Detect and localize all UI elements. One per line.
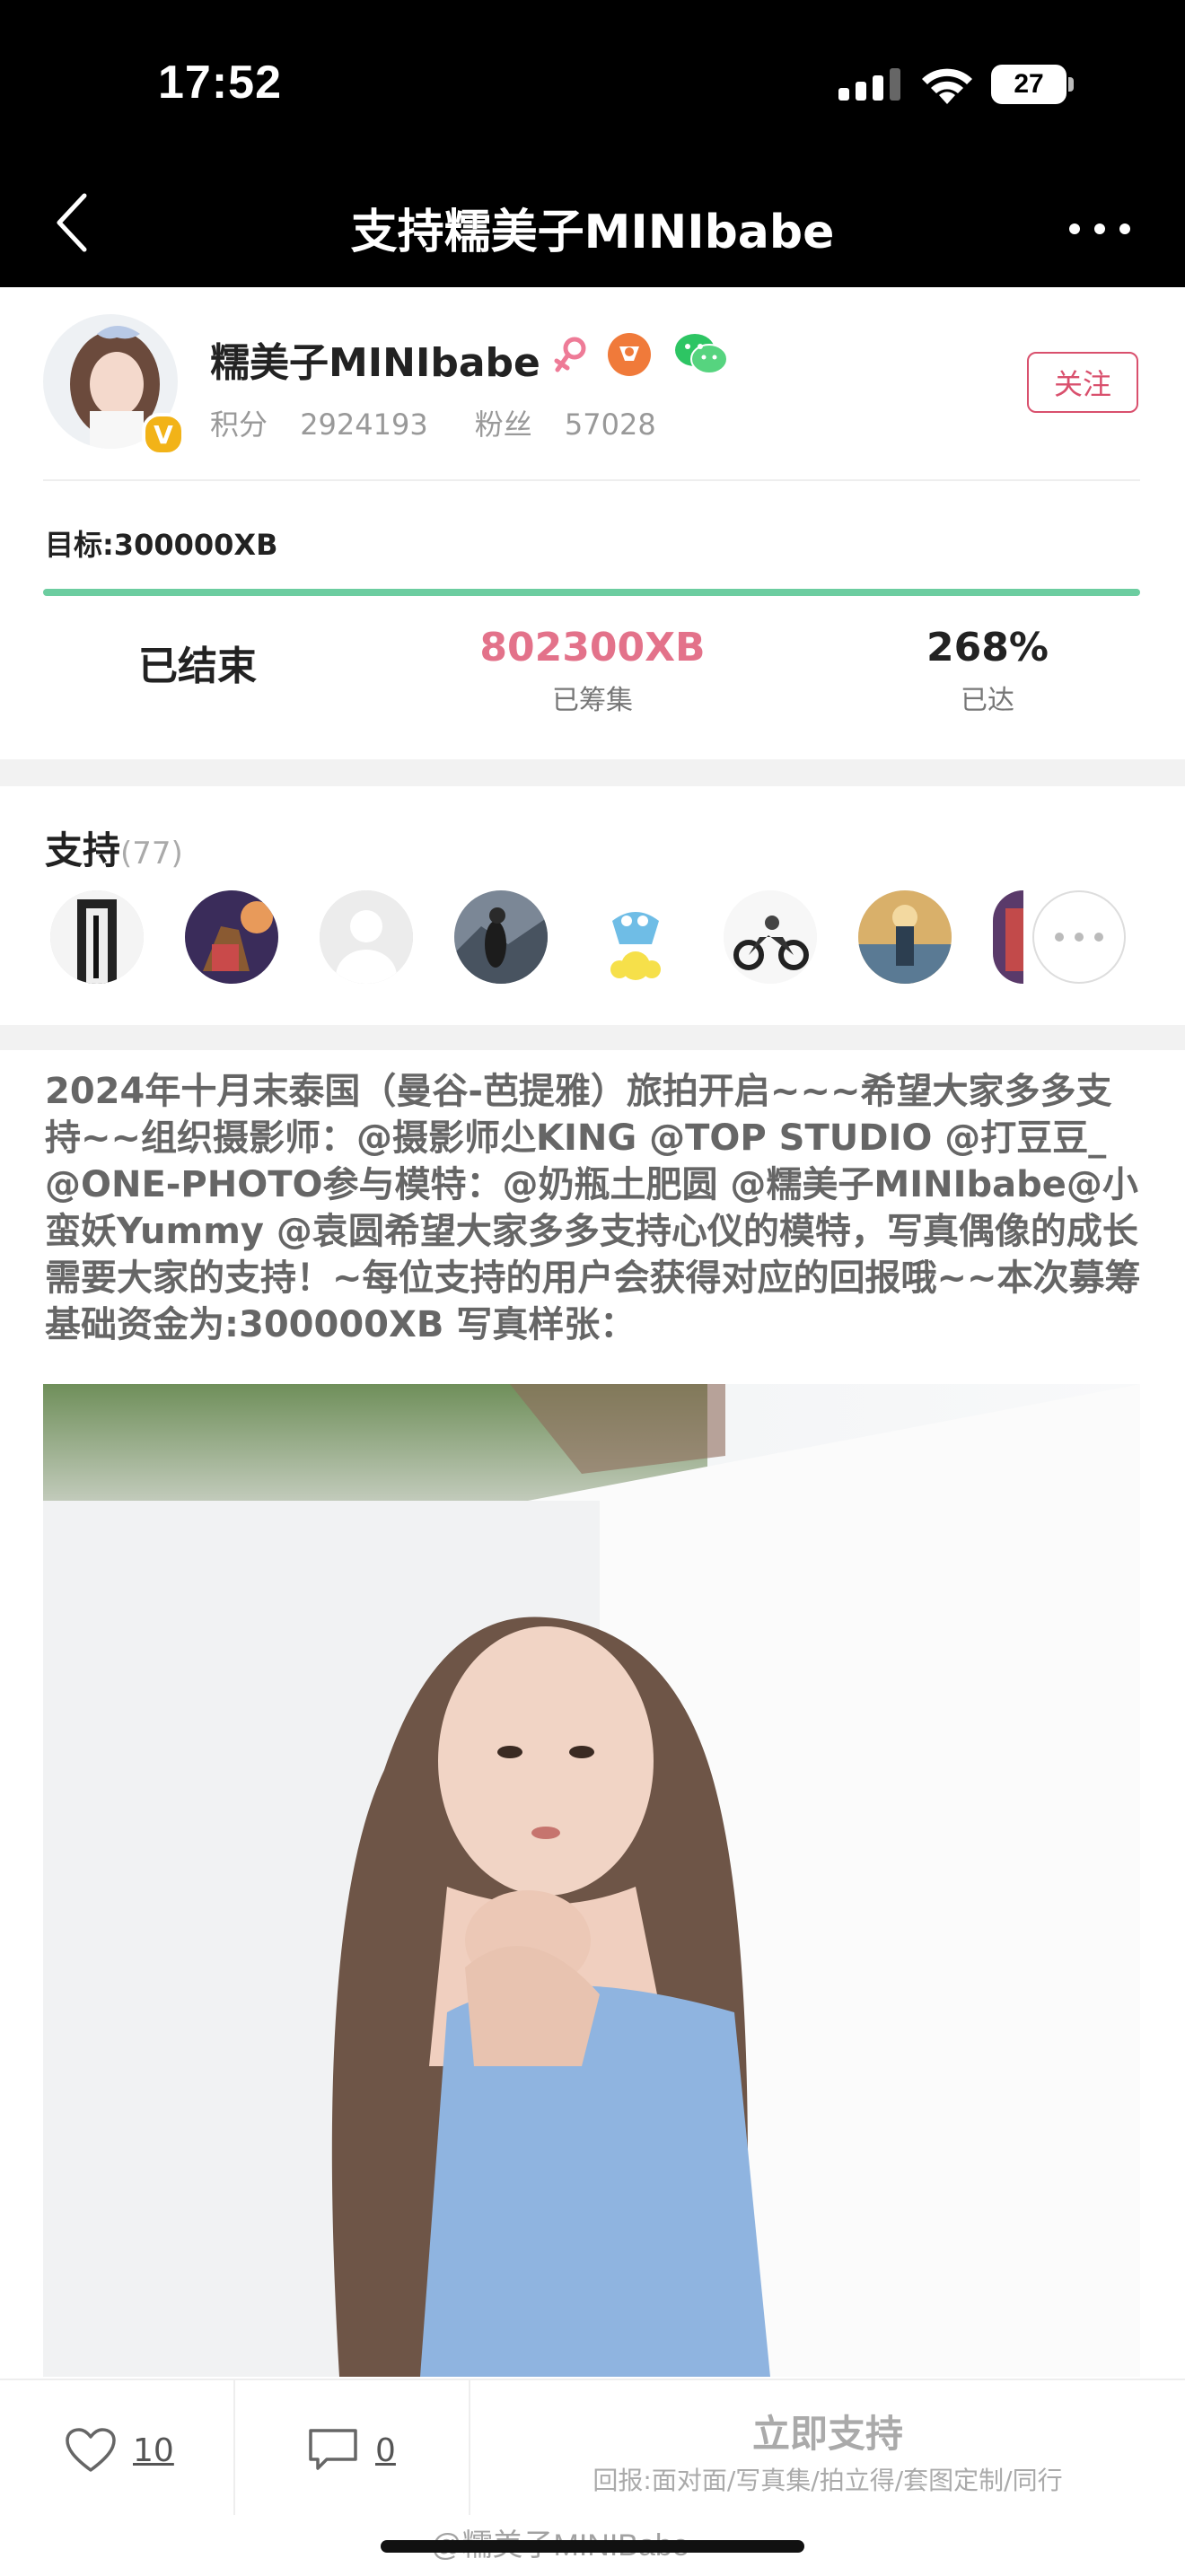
campaign-content: 2024年十月末泰国（曼谷-芭提雅）旅拍开启~~~希望大家多多支持~~组织摄影师… [0, 1050, 1185, 2379]
status-bar: 17:52 27 [0, 0, 1185, 135]
medal-icon [608, 333, 651, 376]
supporter-avatar[interactable] [724, 890, 817, 984]
wechat-icon[interactable] [673, 330, 729, 377]
female-gender-icon [554, 337, 586, 372]
like-button[interactable]: 10 [65, 2423, 174, 2477]
supporter-avatar[interactable] [320, 890, 413, 984]
fans-stat: 粉丝 57028 [474, 407, 656, 442]
battery-icon: 27 [991, 65, 1074, 104]
campaign-status: 已结束 [138, 644, 257, 689]
percent-reached: 268% 已达 [926, 625, 1049, 716]
verified-badge: V [142, 413, 185, 456]
reward-text: 回报:面对面/写真集/拍立得/套图定制/同行 [592, 2466, 1063, 2495]
comment-count[interactable]: 0 [375, 2432, 396, 2469]
status-time: 17:52 [158, 57, 282, 109]
supporter-avatar[interactable] [454, 890, 548, 984]
user-name[interactable]: 糯美子MINIbabe [210, 330, 540, 388]
heart-icon [66, 2428, 116, 2472]
progress-bar [43, 589, 1140, 596]
user-stats: 积分 2924193 粉丝 57028 [210, 402, 703, 443]
raised-amount: 802300XB 已筹集 [479, 625, 706, 716]
wifi-icon [922, 68, 972, 104]
comment-icon [309, 2429, 357, 2470]
divider [43, 479, 1140, 481]
supporters-count: (77) [120, 836, 183, 872]
supporter-avatar[interactable] [993, 890, 1023, 984]
campaign-card: V 糯美子MINIbabe 积分 2924193 粉丝 57028 关注 目标:3… [0, 287, 1185, 759]
comment-button[interactable]: 0 [307, 2423, 396, 2477]
supporter-avatar[interactable] [858, 890, 952, 984]
nav-bar: 支持糯美子MINIbabe [0, 135, 1185, 287]
follow-button[interactable]: 关注 [1027, 352, 1138, 413]
campaign-goal: 目标:300000XB [45, 528, 278, 562]
bottom-action-bar: 10 0 立即支持 回报:面对面/写真集/拍立得/套图定制/同行 @糯美子MIN… [0, 2379, 1185, 2576]
points-stat: 积分 2924193 [210, 407, 428, 442]
cellular-signal-icon [838, 68, 900, 101]
more-dots-icon [1055, 933, 1103, 942]
page-title: 支持糯美子MINIbabe [350, 206, 835, 259]
support-now-button[interactable]: 立即支持 回报:面对面/写真集/拍立得/套图定制/同行 [470, 2380, 1185, 2515]
campaign-description: 2024年十月末泰国（曼谷-芭提雅）旅拍开启~~~希望大家多多支持~~组织摄影师… [45, 1071, 1141, 1345]
supporter-avatar[interactable] [185, 890, 278, 984]
supporters-section: 支持(77) [0, 786, 1185, 1025]
like-count[interactable]: 10 [133, 2432, 174, 2469]
supporter-avatar[interactable] [589, 890, 682, 984]
more-supporters-button[interactable] [1032, 890, 1126, 984]
more-options-icon[interactable] [1068, 223, 1131, 235]
sample-photo[interactable] [43, 1384, 1140, 2377]
progress-fill [43, 589, 1140, 596]
supporters-title: 支持(77) [45, 828, 183, 872]
support-now-label: 立即支持 [751, 2412, 903, 2456]
battery-level: 27 [991, 65, 1066, 104]
supporter-avatar[interactable] [50, 890, 144, 984]
divider [233, 2380, 235, 2515]
supporter-avatars [50, 890, 1146, 984]
home-indicator[interactable] [381, 2540, 804, 2553]
